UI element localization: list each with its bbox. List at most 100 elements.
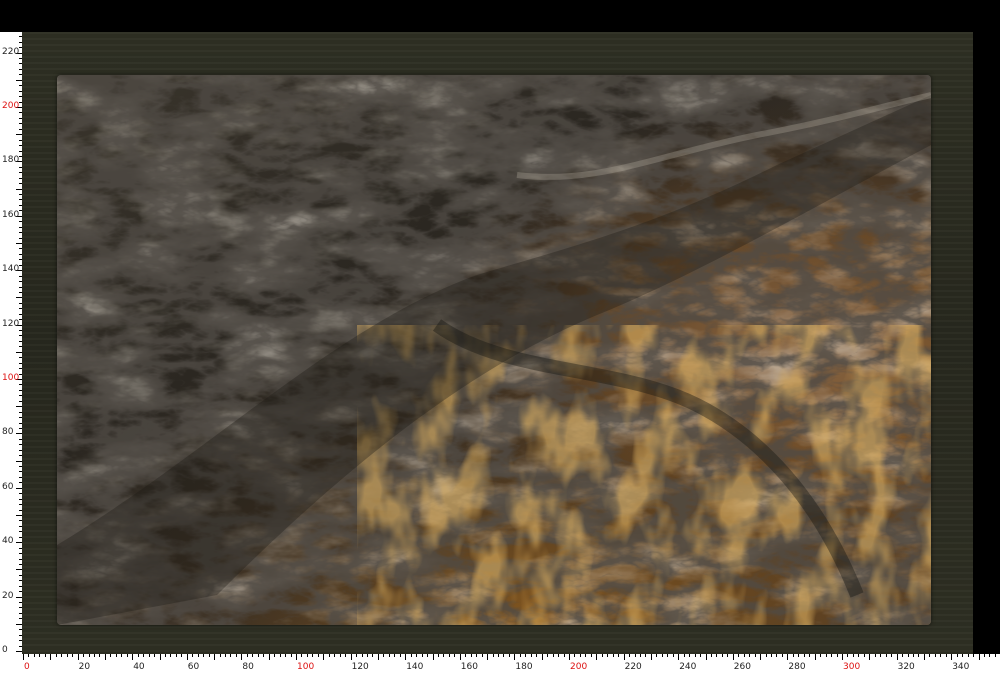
- bottom-ruler-tick: [951, 654, 953, 660]
- bottom-ruler-tick: [852, 654, 854, 657]
- bottom-ruler-tick: [776, 654, 778, 657]
- bottom-ruler-tick: [787, 654, 789, 660]
- bottom-ruler-tick: [705, 654, 707, 660]
- bottom-ruler-label: 140: [406, 662, 424, 672]
- bottom-ruler-tick: [678, 654, 680, 660]
- bottom-ruler-tick: [230, 654, 232, 657]
- bottom-ruler-tick: [312, 654, 314, 657]
- bottom-ruler-tick: [536, 654, 538, 657]
- left-ruler-tick: [19, 585, 22, 587]
- bottom-ruler-tick: [809, 654, 811, 657]
- left-ruler-tick: [19, 368, 22, 370]
- left-ruler-tick: [19, 177, 22, 179]
- bottom-ruler-tick: [104, 654, 106, 660]
- left-ruler-tick: [19, 427, 22, 429]
- bottom-ruler-tick: [175, 654, 177, 657]
- bottom-ruler-label: 240: [679, 662, 697, 672]
- bottom-ruler-tick: [814, 654, 816, 660]
- bottom-ruler-tick: [700, 654, 702, 657]
- left-ruler-tick: [19, 580, 22, 582]
- left-ruler-tick: [19, 139, 22, 141]
- left-ruler-tick: [16, 596, 22, 598]
- bottom-ruler-tick: [334, 654, 336, 657]
- bottom-ruler-tick: [268, 654, 270, 660]
- bottom-ruler-tick: [88, 654, 90, 657]
- left-ruler-tick: [19, 602, 22, 604]
- left-ruler-tick: [19, 63, 22, 65]
- bottom-ruler-tick: [994, 654, 996, 657]
- bottom-ruler-tick: [279, 654, 281, 657]
- left-ruler-tick: [19, 58, 22, 60]
- left-ruler-tick: [19, 313, 22, 315]
- left-ruler-tick: [19, 645, 22, 647]
- bottom-ruler-tick: [121, 654, 123, 657]
- left-ruler-tick: [19, 417, 22, 419]
- left-ruler-tick: [19, 248, 22, 250]
- left-ruler-label: 60: [2, 481, 14, 492]
- bottom-ruler-tick: [634, 654, 636, 657]
- bottom-ruler-tick: [448, 654, 450, 657]
- bottom-ruler-tick: [689, 654, 691, 657]
- bottom-ruler-tick: [197, 654, 199, 657]
- left-ruler-tick: [16, 134, 22, 136]
- left-ruler-tick: [19, 117, 22, 119]
- left-ruler-tick: [16, 460, 22, 462]
- bottom-ruler-label: 280: [788, 662, 806, 672]
- left-ruler-tick: [19, 449, 22, 451]
- bottom-ruler: 0 20 40 60 80 100 120 140 160 180 200 220 240 260 280 3…: [0, 654, 1000, 677]
- bottom-ruler-tick: [454, 654, 456, 657]
- bottom-ruler-label: 320: [897, 662, 915, 672]
- bottom-ruler-tick: [683, 654, 685, 657]
- bottom-ruler-tick: [503, 654, 505, 657]
- left-ruler-tick: [19, 41, 22, 43]
- left-ruler-tick: [19, 607, 22, 609]
- bottom-ruler-tick: [170, 654, 172, 657]
- bottom-ruler-tick: [989, 654, 991, 657]
- bottom-ruler-tick: [929, 654, 931, 657]
- top-black-bar: [0, 0, 1000, 32]
- marble-slab-image: [57, 75, 931, 625]
- left-ruler-tick: [19, 373, 22, 375]
- left-ruler-tick: [19, 498, 22, 500]
- bottom-ruler-tick: [93, 654, 95, 657]
- left-ruler-tick: [19, 476, 22, 478]
- bottom-ruler-tick: [579, 654, 581, 657]
- bottom-ruler-tick: [246, 654, 248, 657]
- left-ruler-tick: [19, 302, 22, 304]
- left-ruler-tick: [19, 400, 22, 402]
- left-ruler-tick: [19, 466, 22, 468]
- left-ruler-label: 200: [2, 101, 20, 111]
- bottom-ruler-tick: [601, 654, 603, 657]
- bottom-ruler-label: 340: [952, 662, 970, 672]
- bottom-ruler-tick: [771, 654, 773, 657]
- bottom-ruler-tick: [836, 654, 838, 657]
- bottom-ruler-tick: [672, 654, 674, 657]
- bottom-ruler-tick: [558, 654, 560, 657]
- bottom-ruler-tick: [519, 654, 521, 657]
- bottom-ruler-tick: [978, 654, 980, 660]
- bottom-ruler-tick: [574, 654, 576, 657]
- bottom-ruler-tick: [721, 654, 723, 657]
- bottom-ruler-tick: [377, 654, 379, 660]
- left-ruler-tick: [16, 515, 22, 516]
- bottom-ruler-label: 180: [515, 662, 533, 672]
- left-ruler-tick: [19, 253, 22, 255]
- bottom-ruler-tick: [388, 654, 390, 657]
- bottom-ruler-tick: [350, 654, 352, 660]
- bottom-ruler-tick: [607, 654, 609, 657]
- left-ruler-tick: [19, 411, 22, 413]
- left-ruler-tick: [19, 291, 22, 293]
- bottom-ruler-tick: [361, 654, 363, 657]
- bottom-ruler-tick: [765, 654, 767, 657]
- bottom-ruler-tick: [186, 654, 188, 660]
- bottom-ruler-tick: [874, 654, 876, 657]
- bottom-ruler-tick: [263, 654, 265, 657]
- left-ruler-tick: [19, 335, 22, 337]
- bottom-ruler-tick: [645, 654, 647, 657]
- left-ruler-tick: [19, 36, 22, 38]
- bottom-ruler-tick: [219, 654, 221, 657]
- bottom-ruler-tick: [563, 654, 565, 657]
- bottom-ruler-label: 120: [351, 662, 369, 672]
- left-ruler-tick: [16, 569, 22, 571]
- left-ruler-tick: [19, 346, 22, 348]
